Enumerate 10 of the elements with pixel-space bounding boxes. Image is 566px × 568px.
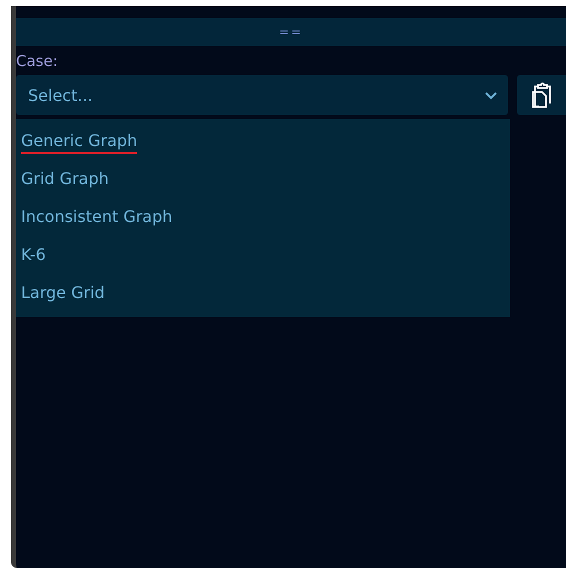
field-label: Case:: [16, 52, 58, 70]
dropdown-option[interactable]: Grid Graph: [21, 168, 109, 192]
case-select[interactable]: Select...: [16, 75, 508, 115]
resize-handle[interactable]: ==: [16, 18, 566, 46]
dropdown-option[interactable]: K-6: [21, 244, 46, 268]
dropdown-option[interactable]: Large Grid: [21, 282, 105, 306]
dropdown-option[interactable]: Generic Graph: [21, 130, 138, 154]
chevron-icon: [484, 90, 498, 100]
dropdown-option[interactable]: Inconsistent Graph: [21, 206, 172, 230]
clipboard-button[interactable]: [517, 75, 566, 115]
